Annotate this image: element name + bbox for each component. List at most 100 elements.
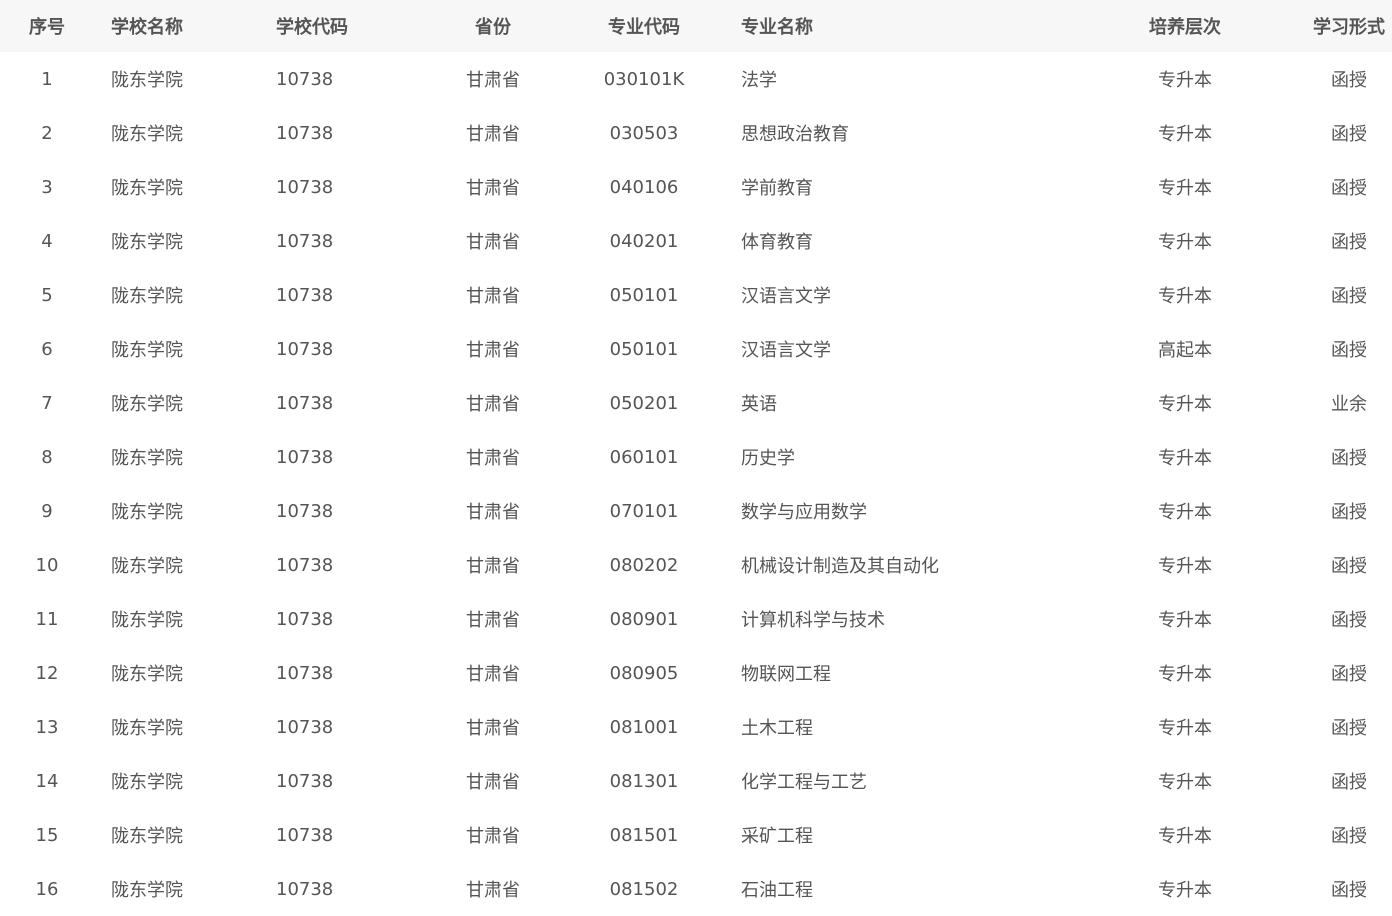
- cell-major-name: 数学与应用数学: [741, 502, 867, 523]
- cell-education-level: 专升本: [1158, 880, 1212, 901]
- cell-major-name: 学前教育: [741, 178, 813, 199]
- cell-school-name: 陇东学院: [111, 880, 183, 901]
- cell-school-code: 10738: [276, 500, 334, 522]
- cell-province: 甘肃省: [466, 232, 520, 253]
- cell-serial-no: 11: [35, 608, 59, 630]
- header-major-name: 专业名称: [741, 17, 813, 38]
- cell-school-code: 10738: [276, 176, 334, 198]
- cell-major-name: 英语: [741, 394, 777, 415]
- cell-education-level: 高起本: [1158, 340, 1212, 361]
- cell-education-level: 专升本: [1158, 448, 1212, 469]
- cell-major-code: 050101: [609, 284, 679, 306]
- table-row: 4 陇东学院 10738 甘肃省 040201 体育教育 专升本 函授: [0, 214, 1392, 268]
- cell-study-mode: 函授: [1331, 340, 1367, 361]
- header-education-level: 培养层次: [1149, 17, 1221, 38]
- cell-serial-no: 12: [35, 662, 59, 684]
- cell-major-code: 080901: [609, 608, 679, 630]
- cell-major-name: 采矿工程: [741, 826, 813, 847]
- cell-serial-no: 7: [41, 392, 53, 414]
- cell-serial-no: 1: [41, 68, 53, 90]
- cell-study-mode: 函授: [1331, 70, 1367, 91]
- cell-education-level: 专升本: [1158, 502, 1212, 523]
- cell-study-mode: 业余: [1331, 394, 1367, 415]
- cell-province: 甘肃省: [466, 70, 520, 91]
- cell-school-name: 陇东学院: [111, 70, 183, 91]
- cell-serial-no: 2: [41, 122, 53, 144]
- cell-province: 甘肃省: [466, 394, 520, 415]
- table-row: 12 陇东学院 10738 甘肃省 080905 物联网工程 专升本 函授: [0, 646, 1392, 700]
- cell-school-name: 陇东学院: [111, 340, 183, 361]
- cell-major-name: 计算机科学与技术: [741, 610, 885, 631]
- table-row: 14 陇东学院 10738 甘肃省 081301 化学工程与工艺 专升本 函授: [0, 754, 1392, 808]
- cell-major-code: 040201: [609, 230, 679, 252]
- cell-school-code: 10738: [276, 662, 334, 684]
- cell-study-mode: 函授: [1331, 556, 1367, 577]
- cell-major-name: 机械设计制造及其自动化: [741, 556, 939, 577]
- cell-education-level: 专升本: [1158, 124, 1212, 145]
- cell-serial-no: 6: [41, 338, 53, 360]
- cell-major-code: 081501: [609, 824, 679, 846]
- cell-major-name: 土木工程: [741, 718, 813, 739]
- cell-province: 甘肃省: [466, 772, 520, 793]
- table-row: 15 陇东学院 10738 甘肃省 081501 采矿工程 专升本 函授: [0, 808, 1392, 862]
- cell-school-name: 陇东学院: [111, 556, 183, 577]
- cell-school-code: 10738: [276, 554, 334, 576]
- cell-school-name: 陇东学院: [111, 394, 183, 415]
- cell-school-name: 陇东学院: [111, 286, 183, 307]
- cell-province: 甘肃省: [466, 556, 520, 577]
- cell-school-code: 10738: [276, 824, 334, 846]
- cell-serial-no: 9: [41, 500, 53, 522]
- cell-study-mode: 函授: [1331, 448, 1367, 469]
- cell-serial-no: 5: [41, 284, 53, 306]
- table-row: 13 陇东学院 10738 甘肃省 081001 土木工程 专升本 函授: [0, 700, 1392, 754]
- cell-major-code: 070101: [609, 500, 679, 522]
- cell-major-code: 081502: [609, 878, 679, 900]
- cell-major-name: 汉语言文学: [741, 340, 831, 361]
- cell-education-level: 专升本: [1158, 718, 1212, 739]
- cell-major-code: 050201: [609, 392, 679, 414]
- cell-school-name: 陇东学院: [111, 664, 183, 685]
- cell-major-name: 石油工程: [741, 880, 813, 901]
- table-row: 1 陇东学院 10738 甘肃省 030101K 法学 专升本 函授: [0, 52, 1392, 106]
- header-province: 省份: [475, 17, 511, 38]
- cell-education-level: 专升本: [1158, 826, 1212, 847]
- table-row: 5 陇东学院 10738 甘肃省 050101 汉语言文学 专升本 函授: [0, 268, 1392, 322]
- cell-school-code: 10738: [276, 716, 334, 738]
- cell-major-name: 化学工程与工艺: [741, 772, 867, 793]
- cell-study-mode: 函授: [1331, 664, 1367, 685]
- cell-province: 甘肃省: [466, 178, 520, 199]
- cell-province: 甘肃省: [466, 340, 520, 361]
- cell-study-mode: 函授: [1331, 232, 1367, 253]
- cell-school-code: 10738: [276, 608, 334, 630]
- cell-school-code: 10738: [276, 446, 334, 468]
- cell-study-mode: 函授: [1331, 286, 1367, 307]
- table-row: 10 陇东学院 10738 甘肃省 080202 机械设计制造及其自动化 专升本 函授: [0, 538, 1392, 592]
- cell-major-name: 法学: [741, 70, 777, 91]
- cell-serial-no: 3: [41, 176, 53, 198]
- cell-major-code: 060101: [609, 446, 679, 468]
- cell-school-name: 陇东学院: [111, 502, 183, 523]
- cell-serial-no: 4: [41, 230, 53, 252]
- cell-education-level: 专升本: [1158, 232, 1212, 253]
- table-row: 3 陇东学院 10738 甘肃省 040106 学前教育 专升本 函授: [0, 160, 1392, 214]
- table-row: 2 陇东学院 10738 甘肃省 030503 思想政治教育 专升本 函授: [0, 106, 1392, 160]
- cell-serial-no: 8: [41, 446, 53, 468]
- cell-major-name: 体育教育: [741, 232, 813, 253]
- cell-major-code: 081001: [609, 716, 679, 738]
- header-school-name: 学校名称: [111, 17, 183, 38]
- cell-study-mode: 函授: [1331, 772, 1367, 793]
- cell-serial-no: 10: [35, 554, 59, 576]
- cell-education-level: 专升本: [1158, 286, 1212, 307]
- cell-serial-no: 14: [35, 770, 59, 792]
- cell-major-code: 050101: [609, 338, 679, 360]
- cell-province: 甘肃省: [466, 880, 520, 901]
- cell-major-code: 030101K: [603, 68, 685, 90]
- cell-province: 甘肃省: [466, 286, 520, 307]
- cell-school-code: 10738: [276, 878, 334, 900]
- table-row: 9 陇东学院 10738 甘肃省 070101 数学与应用数学 专升本 函授: [0, 484, 1392, 538]
- cell-school-code: 10738: [276, 392, 334, 414]
- cell-education-level: 专升本: [1158, 70, 1212, 91]
- table-row: 11 陇东学院 10738 甘肃省 080901 计算机科学与技术 专升本 函授: [0, 592, 1392, 646]
- cell-serial-no: 16: [35, 878, 59, 900]
- cell-major-name: 汉语言文学: [741, 286, 831, 307]
